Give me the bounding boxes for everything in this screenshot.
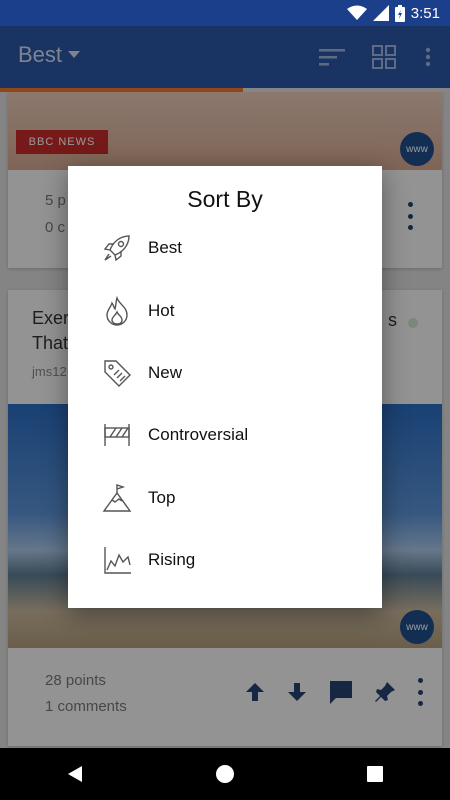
- sort-option-label: New: [148, 363, 183, 382]
- sort-option-label: Hot: [148, 301, 175, 320]
- flame-icon: [98, 292, 136, 330]
- sort-option-top[interactable]: Top: [68, 470, 382, 526]
- system-navigation-bar: [0, 748, 450, 800]
- recents-icon[interactable]: [366, 765, 384, 783]
- home-icon[interactable]: [215, 764, 235, 784]
- wifi-icon: [346, 5, 367, 20]
- rising-chart-icon: [98, 541, 136, 579]
- dialog-title: Sort By: [187, 186, 263, 212]
- sort-option-label: Best: [148, 238, 183, 257]
- sort-option-best[interactable]: Best: [68, 220, 382, 276]
- sort-option-hot[interactable]: Hot: [68, 283, 382, 339]
- sort-option-new[interactable]: New: [68, 345, 382, 401]
- back-icon[interactable]: [66, 765, 84, 783]
- sort-option-rising[interactable]: Rising: [68, 532, 382, 588]
- sort-option-label: Rising: [148, 550, 196, 569]
- tag-icon: [98, 354, 136, 392]
- mountain-flag-icon: [98, 479, 136, 517]
- sort-by-dialog: Sort By Best Hot New Controversial Top R…: [68, 166, 382, 608]
- battery-icon: [394, 4, 405, 22]
- rocket-icon: [98, 229, 136, 267]
- barrier-icon: [98, 416, 136, 454]
- sort-option-label: Controversial: [148, 425, 249, 444]
- sort-option-controversial[interactable]: Controversial: [68, 407, 382, 463]
- status-bar: 3:51: [0, 0, 450, 26]
- sort-option-label: Top: [148, 488, 176, 507]
- signal-icon: [372, 5, 389, 21]
- clock: 3:51: [410, 4, 440, 22]
